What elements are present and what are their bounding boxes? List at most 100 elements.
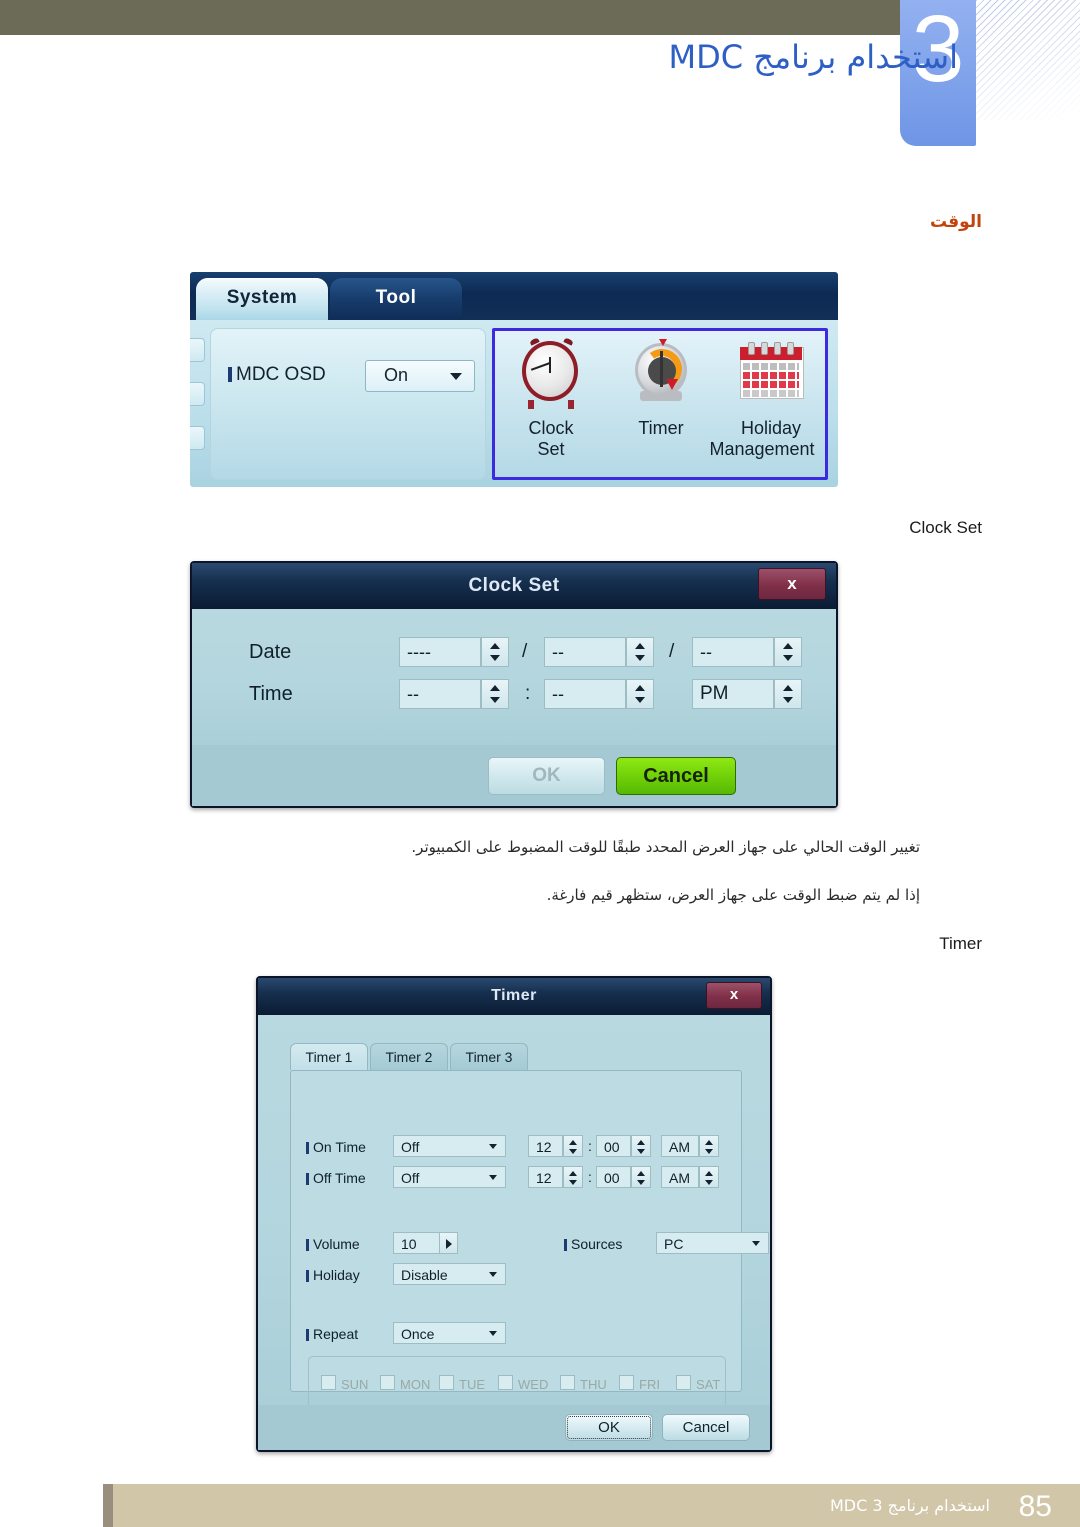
clock-set-cancel-button[interactable]: Cancel bbox=[616, 757, 736, 795]
osd-tab-bar: System Tool bbox=[190, 272, 838, 320]
on-time-label: On Time bbox=[306, 1139, 366, 1155]
date-month-value: -- bbox=[552, 642, 564, 662]
holiday-label: Holiday bbox=[306, 1267, 360, 1283]
off-time-meridiem-spinner[interactable] bbox=[699, 1166, 719, 1188]
timer-dialog: Timer x Timer 1 Timer 2 Timer 3 On Time … bbox=[256, 976, 772, 1452]
weekday-label-tue: TUE bbox=[459, 1377, 485, 1392]
close-icon[interactable]: x bbox=[706, 982, 762, 1009]
on-time-minute-field[interactable]: 00 bbox=[596, 1135, 631, 1157]
weekday-checkbox-sun[interactable] bbox=[321, 1375, 336, 1390]
mdc-osd-dropdown[interactable]: On bbox=[365, 360, 475, 392]
on-time-hour-field[interactable]: 12 bbox=[528, 1135, 563, 1157]
chevron-down-icon bbox=[489, 1175, 497, 1180]
weekday-label-sun: SUN bbox=[341, 1377, 369, 1392]
weekday-checkbox-tue[interactable] bbox=[439, 1375, 454, 1390]
time-minute-spinner[interactable] bbox=[626, 679, 654, 709]
header-diagonal-pattern bbox=[976, 0, 1080, 120]
tab-timer-2[interactable]: Timer 2 bbox=[370, 1043, 448, 1070]
repeat-value: Once bbox=[401, 1326, 435, 1342]
date-day-field[interactable]: -- bbox=[692, 637, 774, 667]
on-time-minute-spinner[interactable] bbox=[631, 1135, 651, 1157]
chevron-right-icon bbox=[446, 1239, 452, 1249]
osd-settings-card bbox=[210, 328, 486, 480]
weekday-checkbox-wed[interactable] bbox=[498, 1375, 513, 1390]
on-time-mode-value: Off bbox=[401, 1139, 420, 1155]
time-label: Time bbox=[249, 683, 293, 705]
repeat-dropdown[interactable]: Once bbox=[393, 1322, 506, 1344]
weekday-label-thu: THU bbox=[580, 1377, 607, 1392]
weekday-checkbox-sat[interactable] bbox=[676, 1375, 691, 1390]
repeat-label: Repeat bbox=[306, 1326, 358, 1342]
page-number: 85 bbox=[1018, 1490, 1052, 1523]
weekday-label-sat: SAT bbox=[696, 1377, 721, 1392]
header-olive-bar bbox=[0, 0, 900, 35]
holiday-dropdown[interactable]: Disable bbox=[393, 1263, 506, 1285]
date-year-spinner[interactable] bbox=[481, 637, 509, 667]
holiday-management-button[interactable]: Holiday Management bbox=[709, 339, 819, 460]
timer-dialog-title: Timer bbox=[491, 987, 537, 1004]
clock-set-dialog: Clock Set x Date ---- / -- / -- Time -- bbox=[190, 561, 838, 808]
sources-label: Sources bbox=[564, 1236, 622, 1252]
date-month-field[interactable]: -- bbox=[544, 637, 626, 667]
footer-text: استخدام برنامج MDC 3 bbox=[830, 1496, 990, 1515]
weekday-checkbox-mon[interactable] bbox=[380, 1375, 395, 1390]
on-time-meridiem-field[interactable]: AM bbox=[661, 1135, 699, 1157]
clock-set-ok-button[interactable]: OK bbox=[488, 757, 605, 795]
osd-icon-group: Clock Set Timer Holiday Management bbox=[492, 328, 828, 480]
holiday-value: Disable bbox=[401, 1267, 448, 1283]
weekday-label-wed: WED bbox=[518, 1377, 549, 1392]
off-time-label: Off Time bbox=[306, 1170, 366, 1186]
timer-button[interactable]: Timer bbox=[613, 339, 709, 439]
chevron-down-icon bbox=[489, 1272, 497, 1277]
calendar-icon bbox=[734, 339, 808, 413]
tab-timer-1[interactable]: Timer 1 bbox=[290, 1043, 368, 1070]
off-time-meridiem-value: AM bbox=[669, 1170, 690, 1186]
on-time-hour-spinner[interactable] bbox=[563, 1135, 583, 1157]
time-meridiem-spinner[interactable] bbox=[774, 679, 802, 709]
time-hour-value: -- bbox=[407, 684, 419, 704]
panel-edge-stub-1 bbox=[190, 338, 205, 362]
date-year-field[interactable]: ---- bbox=[399, 637, 481, 667]
page-title: استخدام برنامج MDC bbox=[668, 38, 958, 76]
on-time-separator: : bbox=[588, 1138, 592, 1154]
volume-stepper[interactable] bbox=[439, 1232, 458, 1254]
panel-edge-stub-2 bbox=[190, 382, 205, 406]
weekday-checkbox-fri[interactable] bbox=[619, 1375, 634, 1390]
body-paragraph-2: إذا لم يتم ضبط الوقت على جهاز العرض، ستظ… bbox=[546, 886, 920, 904]
on-time-mode-dropdown[interactable]: Off bbox=[393, 1135, 506, 1157]
timer-label-line1: Timer bbox=[638, 418, 684, 438]
on-time-meridiem-spinner[interactable] bbox=[699, 1135, 719, 1157]
weekday-checkbox-thu[interactable] bbox=[560, 1375, 575, 1390]
clock-set-button[interactable]: Clock Set bbox=[503, 337, 599, 460]
timer-cancel-button[interactable]: Cancel bbox=[662, 1414, 750, 1441]
kitchen-timer-icon bbox=[624, 339, 698, 413]
timer-ok-button[interactable]: OK bbox=[565, 1414, 653, 1441]
off-time-meridiem-field[interactable]: AM bbox=[661, 1166, 699, 1188]
label-marker-icon bbox=[228, 367, 232, 382]
time-hour-spinner[interactable] bbox=[481, 679, 509, 709]
date-day-spinner[interactable] bbox=[774, 637, 802, 667]
time-hour-field[interactable]: -- bbox=[399, 679, 481, 709]
chevron-down-icon bbox=[489, 1331, 497, 1336]
date-separator-1: / bbox=[522, 641, 528, 662]
off-time-minute-spinner[interactable] bbox=[631, 1166, 651, 1188]
time-minute-field[interactable]: -- bbox=[544, 679, 626, 709]
sources-dropdown[interactable]: PC bbox=[656, 1232, 769, 1254]
on-time-hour-value: 12 bbox=[536, 1139, 552, 1155]
tab-tool[interactable]: Tool bbox=[330, 278, 462, 320]
time-meridiem-field[interactable]: PM bbox=[692, 679, 774, 709]
timer-tab-panel bbox=[290, 1070, 742, 1392]
off-time-mode-dropdown[interactable]: Off bbox=[393, 1166, 506, 1188]
body-paragraph-1: تغيير الوقت الحالي على جهاز العرض المحدد… bbox=[411, 838, 920, 856]
off-time-hour-field[interactable]: 12 bbox=[528, 1166, 563, 1188]
date-month-spinner[interactable] bbox=[626, 637, 654, 667]
close-icon[interactable]: x bbox=[758, 568, 826, 600]
tab-system[interactable]: System bbox=[196, 278, 328, 320]
tab-timer-3[interactable]: Timer 3 bbox=[450, 1043, 528, 1070]
chevron-down-icon bbox=[752, 1241, 760, 1246]
section-title: الوقت bbox=[930, 212, 982, 232]
off-time-minute-field[interactable]: 00 bbox=[596, 1166, 631, 1188]
off-time-hour-spinner[interactable] bbox=[563, 1166, 583, 1188]
date-label: Date bbox=[249, 641, 292, 663]
sources-value: PC bbox=[664, 1236, 684, 1252]
